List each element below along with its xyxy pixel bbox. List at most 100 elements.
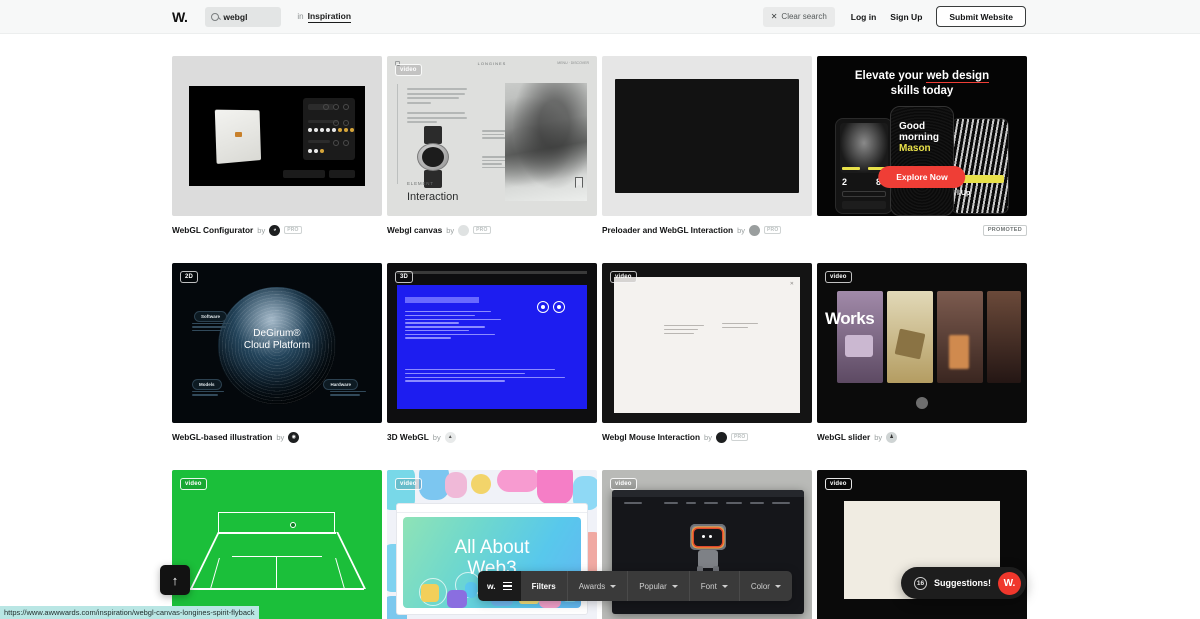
card-caption: PROMOTED bbox=[817, 223, 1027, 237]
suggestions-logo-button[interactable]: W. bbox=[998, 571, 1021, 595]
card-title[interactable]: WebGL slider bbox=[817, 432, 870, 442]
card-thumbnail[interactable]: 2D Software Models Hardware DeGirum® Clo… bbox=[172, 263, 382, 423]
chevron-down-icon bbox=[610, 584, 617, 588]
hamburger-icon bbox=[502, 582, 512, 590]
card-thumbnail[interactable]: video Works bbox=[817, 263, 1027, 423]
badge-video: video bbox=[395, 64, 422, 76]
card-webgl-tennis-game: video WebGL Tennis Game by ❶ PRO bbox=[172, 470, 382, 619]
card-caption: Preloader and WebGL Interaction by PRO bbox=[602, 223, 812, 237]
badge-video: video bbox=[825, 271, 852, 283]
search-query-value: webgl bbox=[223, 11, 248, 22]
card-caption: WebGL-based illustration by ◉ bbox=[172, 430, 382, 444]
toolbar-filters: Filters Awards Popular Font Color bbox=[520, 571, 792, 601]
card-title[interactable]: 3D WebGL bbox=[387, 432, 429, 442]
avatar[interactable] bbox=[458, 224, 470, 236]
card-thumbnail[interactable]: video LONGINES MENU · DISCOVER ELEMENT I… bbox=[387, 56, 597, 216]
label-software: Software bbox=[194, 311, 228, 322]
clear-search-label: Clear search bbox=[781, 12, 827, 21]
clear-search-button[interactable]: ✕ Clear search bbox=[762, 6, 835, 27]
card-webgl-based-illustration: 2D Software Models Hardware DeGirum® Clo… bbox=[172, 263, 382, 444]
login-link[interactable]: Log in bbox=[851, 12, 877, 22]
search-scope-value[interactable]: Inspiration bbox=[307, 11, 352, 23]
filter-awards-dropdown[interactable]: Awards bbox=[568, 571, 629, 601]
card-title[interactable]: WebGL Configurator bbox=[172, 225, 253, 235]
card-caption: Webgl canvas by PRO bbox=[387, 223, 597, 237]
sphere-title: DeGirum® Cloud Platform bbox=[243, 327, 311, 351]
avatar[interactable] bbox=[715, 431, 727, 443]
filter-color-dropdown[interactable]: Color bbox=[740, 571, 792, 601]
card-caption: 3D WebGL by ▲ bbox=[387, 430, 597, 444]
card-preloader-webgl-interaction: Preloader and WebGL Interaction by PRO bbox=[602, 56, 812, 237]
arrow-up-icon: ↑ bbox=[171, 572, 179, 588]
site-header: W. webgl in Inspiration ✕ Clear search L… bbox=[0, 0, 1200, 34]
ad-cta-button[interactable]: Explore Now bbox=[878, 166, 966, 188]
search-scope-label: in bbox=[297, 12, 304, 21]
card-thumbnail[interactable]: video ✕ bbox=[602, 263, 812, 423]
avatar[interactable]: ◕ bbox=[269, 224, 281, 236]
filter-toolbar: w. Filters Awards Popular Font Color bbox=[478, 571, 792, 601]
status-bar-url: https://www.awwwards.com/inspiration/web… bbox=[0, 606, 259, 619]
card-by-label: by bbox=[276, 432, 285, 442]
inspiration-grid: WebGL Configurator by ◕ PRO video LONGIN… bbox=[172, 56, 1028, 619]
suggestions-widget[interactable]: 16 Suggestions! W. bbox=[900, 567, 1026, 599]
card-by-label: by bbox=[446, 225, 455, 235]
slider-heading: Works bbox=[825, 309, 875, 328]
card-webgl-mouse-interaction: video ✕ Webgl Mouse Interaction by PRO bbox=[602, 263, 812, 444]
badge-video: video bbox=[825, 478, 852, 490]
filter-font-dropdown[interactable]: Font bbox=[690, 571, 740, 601]
submit-website-button[interactable]: Submit Website bbox=[936, 6, 1026, 27]
avatar[interactable]: ▲ bbox=[444, 431, 456, 443]
card-thumbnail[interactable] bbox=[172, 56, 382, 216]
card-by-label: by bbox=[257, 225, 266, 235]
card-3d-webgl: 3D 3D WebGL by ▲ bbox=[387, 263, 597, 444]
search-input[interactable]: webgl bbox=[205, 6, 282, 27]
card-webgl-canvas: video LONGINES MENU · DISCOVER ELEMENT I… bbox=[387, 56, 597, 237]
card-thumbnail[interactable]: Elevate your web design skills today 2 8… bbox=[817, 56, 1027, 216]
close-icon: ✕ bbox=[770, 12, 778, 21]
card-webgl-configurator: WebGL Configurator by ◕ PRO bbox=[172, 56, 382, 237]
overlay-kicker: ELEMENT bbox=[407, 181, 434, 186]
card-title[interactable]: Webgl Mouse Interaction bbox=[602, 432, 700, 442]
suggestions-label: Suggestions! bbox=[933, 578, 991, 588]
card-title[interactable]: Preloader and WebGL Interaction bbox=[602, 225, 733, 235]
card-by-label: by bbox=[737, 225, 746, 235]
card-thumbnail[interactable]: 3D bbox=[387, 263, 597, 423]
signup-link[interactable]: Sign Up bbox=[890, 12, 922, 22]
card-thumbnail[interactable]: video bbox=[172, 470, 382, 619]
card-caption: WebGL slider by ♟ bbox=[817, 430, 1027, 444]
avatar[interactable]: ♟ bbox=[886, 431, 898, 443]
suggestions-count: 16 bbox=[913, 576, 927, 590]
card-title[interactable]: Webgl canvas bbox=[387, 225, 442, 235]
slider-nav-dot[interactable] bbox=[916, 397, 928, 409]
badge-video: video bbox=[395, 478, 422, 490]
card-by-label: by bbox=[432, 432, 441, 442]
badge-video: video bbox=[610, 271, 637, 283]
chevron-down-icon bbox=[671, 584, 678, 588]
pro-badge: PRO bbox=[764, 226, 782, 234]
ad-headline: Elevate your web design skills today bbox=[854, 70, 990, 97]
pro-badge: PRO bbox=[730, 433, 749, 441]
ad-phone-center: Good morning Mason bbox=[890, 106, 954, 216]
pro-badge: PRO bbox=[284, 226, 302, 234]
label-hardware: Hardware bbox=[323, 379, 358, 390]
card-title[interactable]: WebGL-based illustration bbox=[172, 432, 272, 442]
card-thumbnail[interactable] bbox=[602, 56, 812, 216]
ad-phone-right: l Up bbox=[951, 118, 1009, 214]
avatar[interactable]: ◉ bbox=[288, 431, 300, 443]
filters-button[interactable]: Filters bbox=[521, 571, 568, 601]
toolbar-menu-button[interactable]: w. bbox=[478, 571, 521, 601]
avatar[interactable] bbox=[749, 224, 761, 236]
card-caption: Webgl Mouse Interaction by PRO bbox=[602, 430, 812, 444]
scroll-to-top-button[interactable]: ↑ bbox=[160, 565, 190, 595]
filter-popular-dropdown[interactable]: Popular bbox=[628, 571, 690, 601]
card-by-label: by bbox=[704, 432, 712, 442]
card-by-label: by bbox=[874, 432, 883, 442]
site-logo[interactable]: W. bbox=[172, 9, 188, 25]
card-caption: WebGL Configurator by ◕ PRO bbox=[172, 223, 382, 237]
tennis-ball bbox=[290, 522, 296, 528]
pro-badge: PRO bbox=[473, 226, 491, 234]
card-promoted-ad: Elevate your web design skills today 2 8… bbox=[817, 56, 1027, 237]
badge-video: video bbox=[180, 478, 207, 490]
label-models: Models bbox=[192, 379, 222, 390]
badge-2d: 2D bbox=[180, 271, 199, 283]
